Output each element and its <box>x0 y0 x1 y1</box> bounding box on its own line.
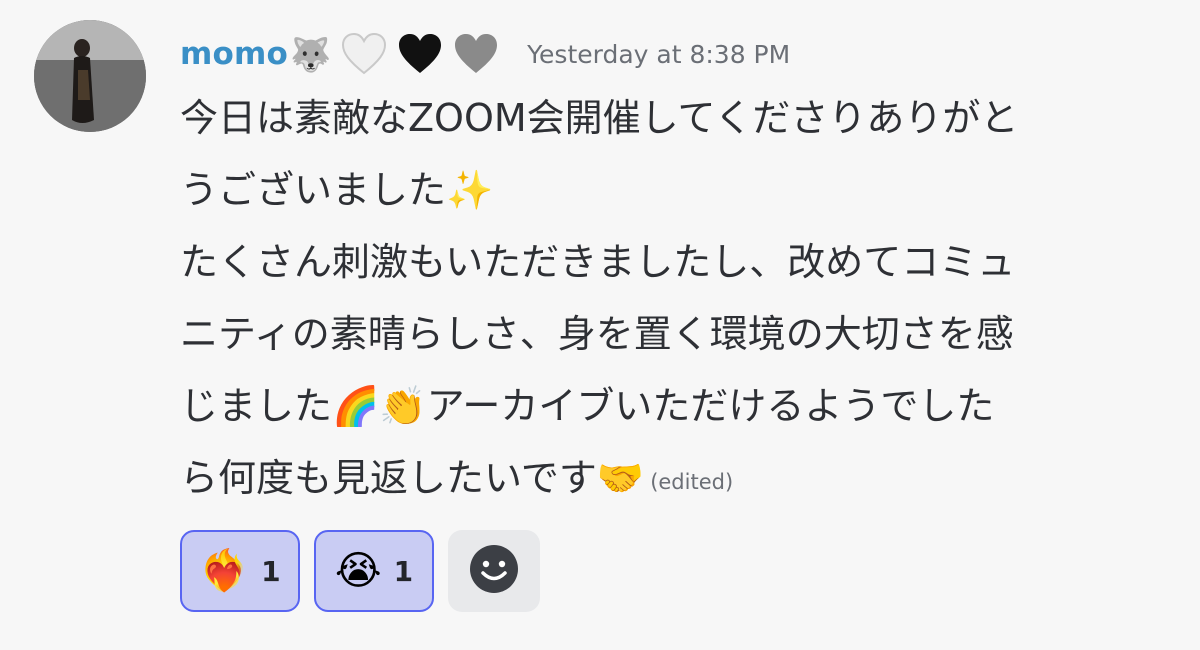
reactions-bar: ❤️‍🔥 1 😭 1 <box>180 530 540 612</box>
timestamp[interactable]: Yesterday at 8:38 PM <box>527 40 790 69</box>
message-line: 今日は素敵なZOOM会開催してくださりありがと <box>180 96 1019 140</box>
white-heart-icon <box>341 33 387 75</box>
message-content: 今日は素敵なZOOM会開催してくださりありがと うございました✨ たくさん刺激も… <box>180 82 1190 514</box>
message-last-line: ら何度も見返したいです🤝 (edited) <box>180 442 1190 514</box>
message-line: うございました✨ <box>180 168 494 212</box>
edited-label: (edited) <box>650 470 734 494</box>
crying-face-emoji-icon: 😭 <box>334 548 382 594</box>
reaction-crying-face[interactable]: 😭 1 <box>314 530 434 612</box>
message-line: ニティの素晴らしさ、身を置く環境の大切さを感 <box>180 312 1014 356</box>
reaction-count: 1 <box>393 554 414 588</box>
message-line-text: ら何度も見返したいです🤝 <box>180 456 645 500</box>
smiley-face-icon <box>468 543 520 599</box>
avatar[interactable] <box>34 20 146 132</box>
message-line: たくさん刺激もいただきましたし、改めてコミュ <box>180 240 1016 284</box>
add-reaction-button[interactable] <box>448 530 540 612</box>
message-line: じました🌈👏アーカイブいただけるようでした <box>180 384 995 428</box>
wolf-emoji-icon: 🐺 <box>290 34 332 74</box>
reaction-count: 1 <box>261 554 281 588</box>
message-header: momo 🐺 Yesterday at 8:38 PM <box>180 28 790 80</box>
reaction-heart-on-fire[interactable]: ❤️‍🔥 1 <box>180 530 300 612</box>
username[interactable]: momo <box>180 36 288 72</box>
heart-on-fire-emoji-icon: ❤️‍🔥 <box>199 548 250 594</box>
chat-message: momo 🐺 Yesterday at 8:38 PM 今日は素敵なZOOM会開… <box>0 0 1200 650</box>
grey-heart-icon <box>453 33 499 75</box>
black-heart-icon <box>397 33 443 75</box>
